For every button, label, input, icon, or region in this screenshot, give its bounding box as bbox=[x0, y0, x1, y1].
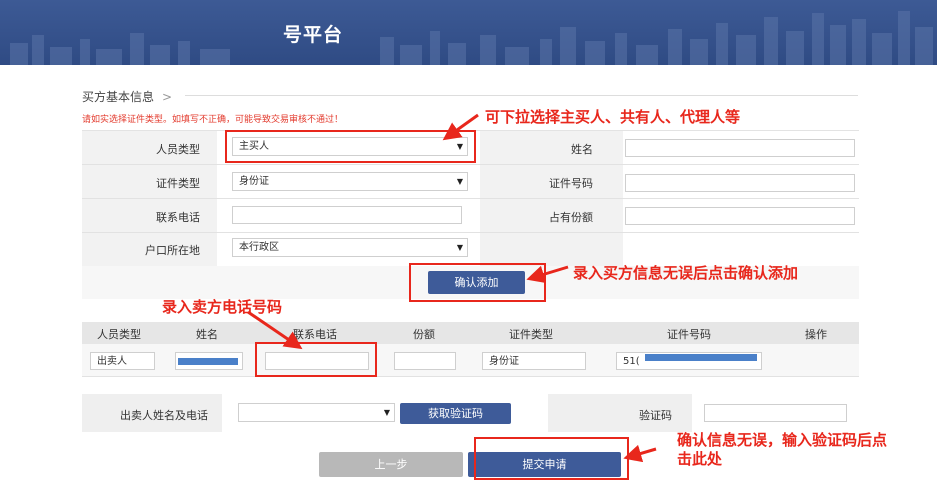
red-arrow-icon bbox=[247, 113, 657, 463]
